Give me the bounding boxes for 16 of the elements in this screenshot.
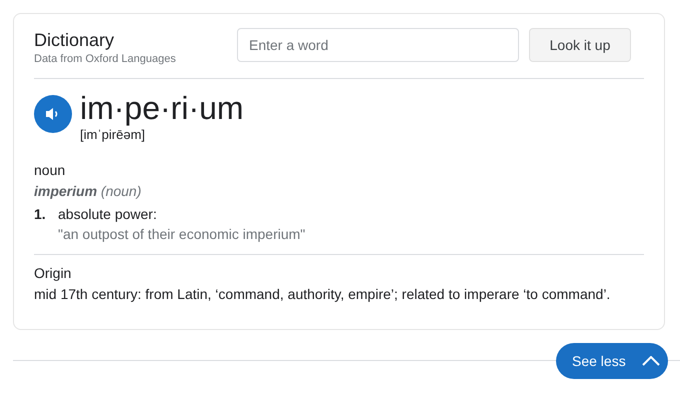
headword: im·pe·ri·um xyxy=(80,91,244,125)
definition: absolute power: xyxy=(58,205,158,224)
card-title: Dictionary xyxy=(34,29,116,52)
word-form: imperium (noun) xyxy=(34,182,142,201)
origin-text: mid 17th century: from Latin, ‘command, authority, empire’; related to imperare ‘to command’. xyxy=(34,285,612,304)
search-field[interactable]: Enter a word xyxy=(237,28,519,62)
example-sentence: "an outpost of their economic imperium" xyxy=(58,225,306,244)
pronunciation: [imˈpirēəm] xyxy=(80,126,146,144)
speaker-button[interactable] xyxy=(34,95,72,133)
origin-label: Origin xyxy=(34,264,72,283)
sense-number: 1. xyxy=(34,205,47,224)
part-of-speech: noun xyxy=(34,161,66,180)
source-note: Data from Oxford Languages xyxy=(34,52,177,66)
chevron-up-icon xyxy=(642,356,660,366)
see-less-button[interactable]: See less xyxy=(556,343,668,379)
look-up-button[interactable]: Look it up xyxy=(529,28,631,62)
